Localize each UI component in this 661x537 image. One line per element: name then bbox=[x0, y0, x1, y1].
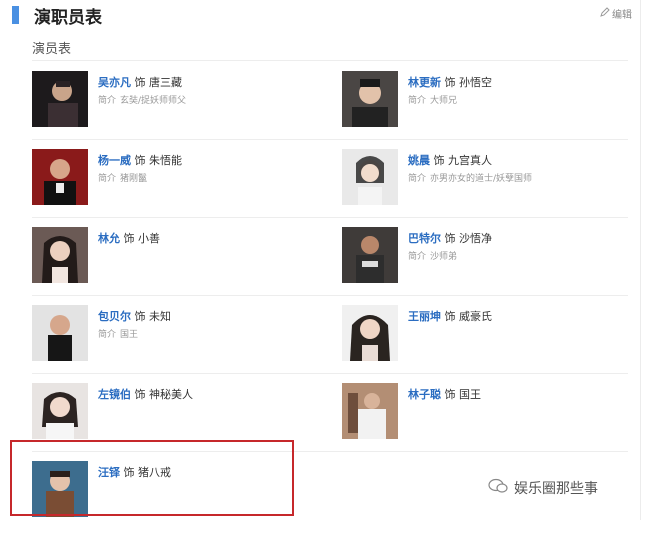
role-name: 小善 bbox=[138, 232, 160, 245]
as-label: 饰 bbox=[134, 154, 146, 167]
as-label: 饰 bbox=[134, 76, 146, 89]
as-label: 饰 bbox=[444, 232, 456, 245]
cast-item: 包贝尔 饰 未知 简介 国王 bbox=[32, 296, 322, 373]
as-label: 饰 bbox=[123, 232, 135, 245]
intro-text: 玄奘/捉妖师师父 bbox=[120, 96, 187, 106]
actor-photo[interactable] bbox=[32, 227, 88, 283]
actor-photo[interactable] bbox=[342, 383, 398, 439]
as-label: 饰 bbox=[134, 388, 146, 401]
cast-item: 吴亦凡 饰 唐三藏 简介 玄奘/捉妖师师父 bbox=[32, 62, 322, 139]
as-label: 饰 bbox=[433, 154, 445, 167]
actor-link[interactable]: 林子聪 bbox=[408, 388, 441, 401]
role-name: 威豪氏 bbox=[459, 310, 492, 323]
cast-item: 杨一威 饰 朱悟能 简介 猪刚鬣 bbox=[32, 140, 322, 217]
title-accent-bar bbox=[12, 6, 19, 24]
watermark-text: 娱乐圈那些事 bbox=[514, 481, 598, 497]
divider bbox=[32, 60, 628, 61]
wechat-icon bbox=[488, 478, 508, 498]
cast-item: 林允 饰 小善 bbox=[32, 218, 322, 295]
intro-label: 简介 bbox=[98, 330, 117, 340]
highlight-box bbox=[10, 440, 294, 516]
cast-row: 杨一威 饰 朱悟能 简介 猪刚鬣 姚晨 饰 九宫真人 简介 亦男亦女的道士/妖孽国师 bbox=[32, 140, 628, 218]
role-name: 九宫真人 bbox=[448, 154, 492, 167]
actor-photo[interactable] bbox=[342, 149, 398, 205]
cast-row: 林允 饰 小善 巴特尔 饰 沙悟净 简介 沙师弟 bbox=[32, 218, 628, 296]
actor-photo[interactable] bbox=[342, 227, 398, 283]
actor-link[interactable]: 左镜伯 bbox=[98, 388, 131, 401]
intro-text: 国王 bbox=[120, 330, 139, 340]
role-name: 孙悟空 bbox=[459, 76, 492, 89]
intro-label: 简介 bbox=[408, 252, 427, 262]
actor-link[interactable]: 王丽坤 bbox=[408, 310, 441, 323]
watermark: 娱乐圈那些事 bbox=[488, 478, 598, 498]
role-name: 国王 bbox=[459, 388, 481, 401]
intro-text: 亦男亦女的道士/妖孽国师 bbox=[430, 174, 533, 184]
edit-button[interactable]: 编辑 bbox=[600, 6, 632, 21]
actor-photo[interactable] bbox=[342, 305, 398, 361]
cast-item: 巴特尔 饰 沙悟净 简介 沙师弟 bbox=[342, 218, 632, 295]
as-label: 饰 bbox=[444, 388, 456, 401]
cast-item: 姚晨 饰 九宫真人 简介 亦男亦女的道士/妖孽国师 bbox=[342, 140, 632, 217]
actor-photo[interactable] bbox=[32, 149, 88, 205]
cast-item: 王丽坤 饰 威豪氏 bbox=[342, 296, 632, 373]
section-subtitle: 演员表 bbox=[32, 42, 72, 57]
cast-row: 吴亦凡 饰 唐三藏 简介 玄奘/捉妖师师父 林更新 饰 孙悟空 简介 大师兄 bbox=[32, 62, 628, 140]
actor-photo[interactable] bbox=[32, 305, 88, 361]
actor-link[interactable]: 吴亦凡 bbox=[98, 76, 131, 89]
actor-link[interactable]: 杨一威 bbox=[98, 154, 131, 167]
intro-text: 猪刚鬣 bbox=[120, 174, 148, 184]
role-name: 朱悟能 bbox=[149, 154, 182, 167]
actor-link[interactable]: 巴特尔 bbox=[408, 232, 441, 245]
as-label: 饰 bbox=[134, 310, 146, 323]
intro-text: 沙师弟 bbox=[430, 252, 458, 262]
actor-photo[interactable] bbox=[342, 71, 398, 127]
role-name: 唐三藏 bbox=[149, 76, 182, 89]
cast-item: 林更新 饰 孙悟空 简介 大师兄 bbox=[342, 62, 632, 139]
cast-item: 林子聪 饰 国王 bbox=[342, 374, 632, 451]
intro-label: 简介 bbox=[408, 96, 427, 106]
pencil-icon bbox=[600, 7, 610, 20]
actor-link[interactable]: 林允 bbox=[98, 232, 120, 245]
as-label: 饰 bbox=[444, 76, 456, 89]
edit-label: 编辑 bbox=[612, 10, 632, 21]
intro-text: 大师兄 bbox=[430, 96, 458, 106]
cast-row: 包贝尔 饰 未知 简介 国王 王丽坤 饰 威豪氏 bbox=[32, 296, 628, 374]
page-title: 演职员表 bbox=[34, 8, 102, 28]
role-name: 神秘美人 bbox=[149, 388, 193, 401]
role-name: 未知 bbox=[149, 310, 171, 323]
intro-label: 简介 bbox=[98, 96, 117, 106]
actor-photo[interactable] bbox=[32, 383, 88, 439]
as-label: 饰 bbox=[444, 310, 456, 323]
role-name: 沙悟净 bbox=[459, 232, 492, 245]
actor-link[interactable]: 包贝尔 bbox=[98, 310, 131, 323]
actor-link[interactable]: 姚晨 bbox=[408, 154, 430, 167]
intro-label: 简介 bbox=[98, 174, 117, 184]
intro-label: 简介 bbox=[408, 174, 427, 184]
actor-link[interactable]: 林更新 bbox=[408, 76, 441, 89]
actor-photo[interactable] bbox=[32, 71, 88, 127]
